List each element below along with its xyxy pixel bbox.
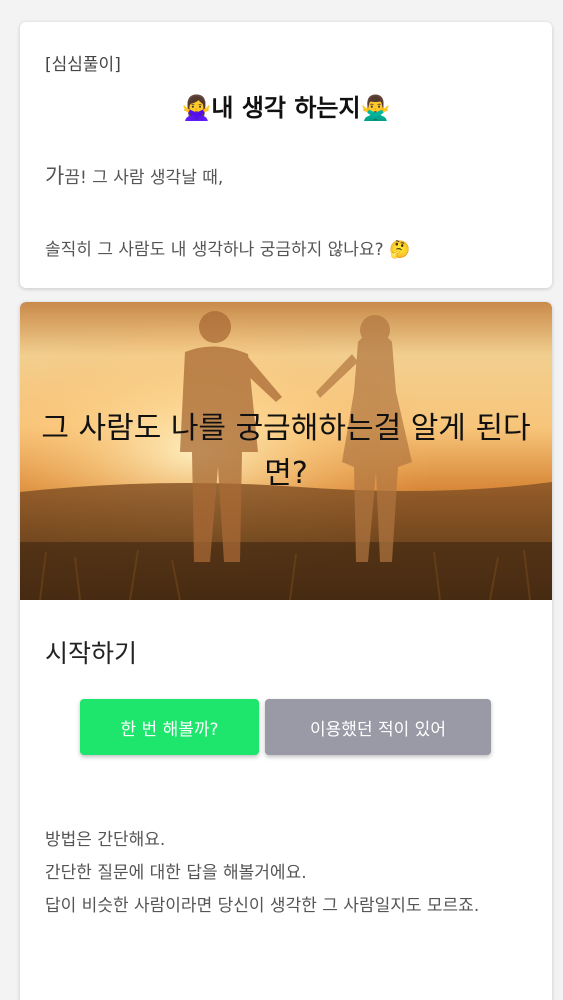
category-tag: [심심풀이] (45, 55, 121, 75)
intro-card: [심심풀이] 🙅‍♀️내 생각 하는지🙅‍♂️ 가끔! 그 사람 생각날 때, … (20, 22, 552, 288)
description: 방법은 간단해요. 간단한 질문에 대한 답을 해볼거에요. 답이 비슷한 사람… (45, 824, 530, 923)
intro-line-2: 솔직히 그 사람도 내 생각하나 궁금하지 않나요? 🤔 (45, 240, 411, 260)
intro-line-1-first-char: 가 (45, 164, 65, 188)
intro-line-1: 가끔! 그 사람 생각날 때, (45, 160, 223, 190)
description-line: 간단한 질문에 대한 답을 해볼거에요. (45, 863, 307, 883)
intro-line-1-rest: 끔! 그 사람 생각날 때, (64, 168, 224, 188)
woman-gesturing-no-icon: 🙅‍♀️ (181, 94, 212, 122)
page-title-text: 내 생각 하는지 (211, 94, 361, 122)
used-before-button[interactable]: 이용했던 적이 있어 (265, 699, 491, 755)
start-heading: 시작하기 (45, 639, 138, 668)
page-title: 🙅‍♀️내 생각 하는지🙅‍♂️ (20, 88, 552, 123)
description-line: 방법은 간단해요. (45, 830, 166, 850)
description-line: 답이 비슷한 사람이라면 당신이 생각한 그 사람일지도 모르죠. (45, 896, 480, 916)
hero-image: 그 사람도 나를 궁금해하는걸 알게 된다면? (20, 302, 552, 600)
man-gesturing-no-icon: 🙅‍♂️ (360, 94, 391, 122)
hero-headline: 그 사람도 나를 궁금해하는걸 알게 된다면? (41, 411, 531, 491)
main-card: 그 사람도 나를 궁금해하는걸 알게 된다면? 시작하기 한 번 해볼까? 이용… (20, 302, 552, 1000)
page: [심심풀이] 🙅‍♀️내 생각 하는지🙅‍♂️ 가끔! 그 사람 생각날 때, … (0, 0, 563, 1000)
try-button[interactable]: 한 번 해볼까? (80, 699, 259, 755)
